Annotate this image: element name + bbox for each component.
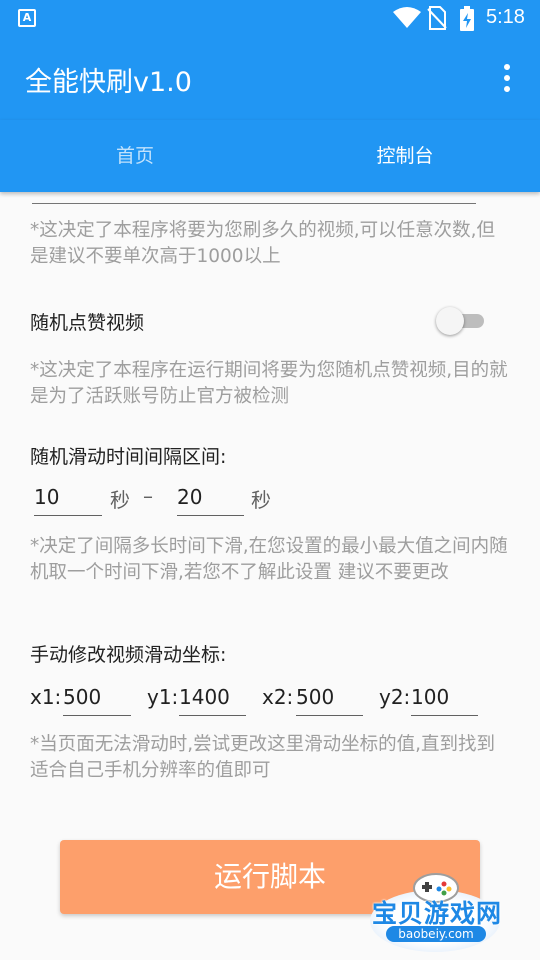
watermark-url: baobeiy.com <box>386 926 486 942</box>
wifi-icon <box>393 7 421 28</box>
x1-input[interactable]: 500 <box>63 680 131 716</box>
run-count-input[interactable]: 200 <box>32 192 476 204</box>
interval-min-unit: 秒 <box>110 488 130 512</box>
random-like-label: 随机点赞视频 <box>30 312 145 334</box>
interval-min-input[interactable]: 10 <box>34 480 102 516</box>
status-time: 5:18 <box>486 6 525 28</box>
tab-bar: 首页 控制台 <box>0 120 540 192</box>
interval-separator: – <box>143 484 153 508</box>
tab-home[interactable]: 首页 <box>0 120 270 192</box>
interval-max-unit: 秒 <box>251 488 271 512</box>
y2-input[interactable]: 100 <box>411 680 478 716</box>
watermark-logo: 宝贝游戏网 baobeiy.com <box>362 862 512 954</box>
x1-label: x1: <box>30 685 62 709</box>
tab-console[interactable]: 控制台 <box>270 120 540 192</box>
app-title: 全能快刷v1.0 <box>25 67 192 98</box>
x2-input[interactable]: 500 <box>296 680 363 716</box>
no-sim-icon <box>427 6 447 30</box>
y2-label: y2: <box>379 685 411 709</box>
notification-app-icon: A <box>18 9 36 27</box>
status-bar: A 5:18 <box>0 0 540 36</box>
run-count-hint: *这决定了本程序将要为您刷多久的视频,可以任意次数,但是建议不要单次高于1000… <box>30 220 496 267</box>
watermark-text: 宝贝游戏网 <box>371 899 502 928</box>
console-content[interactable]: 200 *这决定了本程序将要为您刷多久的视频,可以任意次数,但是建议不要单次高于… <box>0 192 540 960</box>
interval-max-input[interactable]: 20 <box>177 480 244 516</box>
y1-label: y1: <box>147 685 179 709</box>
x2-label: x2: <box>262 685 294 709</box>
battery-charging-icon <box>460 6 474 31</box>
app-bar: 全能快刷v1.0 <box>0 36 540 120</box>
random-like-hint: *这决定了本程序在运行期间将要为您随机点赞视频,目的就是为了活跃账号防止官方被检… <box>30 360 508 407</box>
coords-hint: *当页面无法滑动时,尝试更改这里滑动坐标的值,直到找到适合自己手机分辨率的值即可 <box>30 734 496 781</box>
more-vert-icon[interactable] <box>496 64 520 94</box>
interval-label: 随机滑动时间间隔区间: <box>30 446 227 468</box>
y1-input[interactable]: 1400 <box>179 680 246 716</box>
interval-hint: *决定了间隔多长时间下滑,在您设置的最小最大值之间内随机取一个时间下滑,若您不了… <box>30 536 508 583</box>
coords-label: 手动修改视频滑动坐标: <box>30 644 227 666</box>
random-like-switch[interactable] <box>436 305 488 335</box>
